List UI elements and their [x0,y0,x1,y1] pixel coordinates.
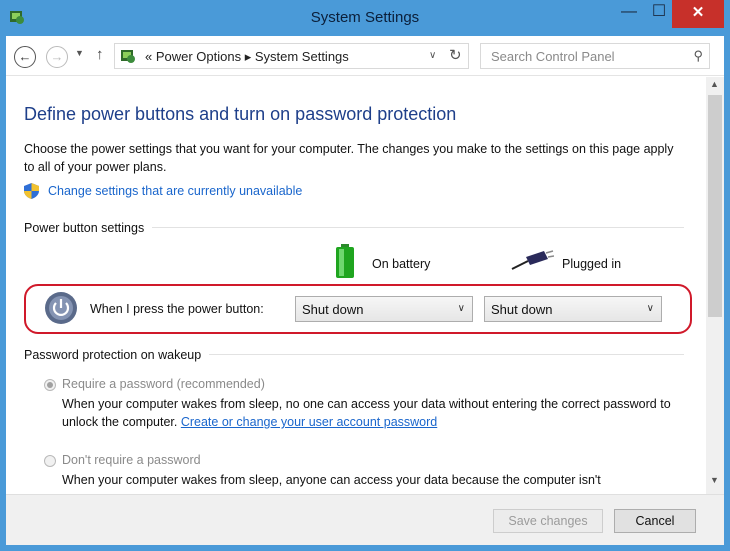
change-password-link[interactable]: Create or change your user account passw… [181,415,437,429]
forward-button[interactable]: → [46,46,68,68]
refresh-icon[interactable]: ↻ [449,46,462,64]
control-panel-icon [121,50,135,63]
scroll-down-icon[interactable]: ▼ [710,475,719,485]
require-password-description: When your computer wakes from sleep, no … [62,397,671,429]
require-password-radio[interactable] [44,379,56,391]
address-dropdown-icon[interactable]: ∨ [429,50,436,61]
minimize-button[interactable]: — [614,0,644,28]
title-bar[interactable]: System Settings — ☐ ✕ [0,0,730,36]
change-unavailable-settings-link[interactable]: Change settings that are currently unava… [48,184,302,198]
search-input[interactable]: Search Control Panel ⚲ [480,43,710,69]
power-plug-icon [511,250,554,270]
section-label: Password protection on wakeup [24,348,210,362]
chevron-down-icon: ∨ [646,303,654,314]
scroll-up-icon[interactable]: ▲ [710,79,719,89]
dont-require-password-description: When your computer wakes from sleep, any… [62,473,601,487]
vertical-scrollbar[interactable]: ▲ ▼ [706,77,724,494]
power-button-icon [45,292,77,324]
search-placeholder: Search Control Panel [491,49,615,64]
battery-icon [336,244,354,278]
maximize-button[interactable]: ☐ [644,0,674,28]
dont-require-password-label[interactable]: Don't require a password [62,453,201,467]
cancel-button[interactable]: Cancel [614,509,696,533]
section-label: Power button settings [24,221,153,235]
settings-content: Define power buttons and turn on passwor… [6,77,706,494]
dialog-footer: Save changes Cancel [6,494,724,545]
page-title: Define power buttons and turn on passwor… [24,104,457,124]
on-battery-column-label: On battery [372,257,431,271]
window-body: ← → ▼ ↑ « Power Options ▸ System Setting… [6,36,724,545]
close-button[interactable]: ✕ [672,0,724,28]
plugged-in-selected-value: Shut down [491,302,553,317]
page-description: Choose the power settings that you want … [24,142,674,174]
dont-require-password-radio[interactable] [44,455,56,467]
chevron-down-icon: ∨ [457,303,465,314]
system-settings-window: System Settings — ☐ ✕ ← → ▼ ↑ « Power Op… [0,0,730,551]
back-button[interactable]: ← [14,46,36,68]
navigation-bar: ← → ▼ ↑ « Power Options ▸ System Setting… [6,36,724,76]
uac-shield-icon [24,183,39,199]
plugged-in-column-label: Plugged in [562,257,622,271]
plugged-in-action-select[interactable]: Shut down ∨ [484,296,662,322]
recent-locations-chevron-icon[interactable]: ▼ [75,48,84,58]
require-password-label[interactable]: Require a password (recommended) [62,377,265,391]
password-protection-section: Password protection on wakeup [24,346,684,362]
address-breadcrumb[interactable]: « Power Options ▸ System Settings ∨ ↻ [114,43,469,69]
scroll-thumb[interactable] [708,95,722,317]
search-icon[interactable]: ⚲ [693,48,703,64]
breadcrumb-path[interactable]: « Power Options ▸ System Settings [145,49,349,65]
power-button-settings-section: Power button settings [24,219,684,235]
power-button-action-label: When I press the power button: [90,302,264,316]
on-battery-selected-value: Shut down [302,302,364,317]
save-changes-button[interactable]: Save changes [493,509,603,533]
up-arrow-icon[interactable]: ↑ [96,46,104,63]
on-battery-action-select[interactable]: Shut down ∨ [295,296,473,322]
